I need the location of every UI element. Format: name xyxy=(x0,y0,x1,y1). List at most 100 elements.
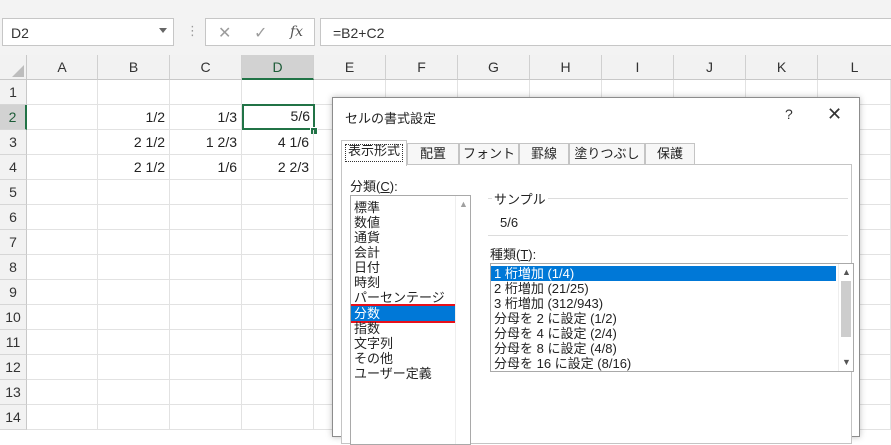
insert-function-icon[interactable]: fx xyxy=(290,24,303,40)
empty-cell[interactable] xyxy=(27,305,98,330)
type-item[interactable]: 分母を 2 に設定 (1/2) xyxy=(491,311,836,326)
close-icon[interactable]: ✕ xyxy=(827,104,842,125)
cell-d3[interactable]: 4 1/6 xyxy=(242,130,314,155)
type-list[interactable]: 1 桁増加 (1/4) 2 桁増加 (21/25) 3 桁増加 (312/943… xyxy=(490,263,854,372)
empty-cell[interactable] xyxy=(170,280,242,305)
category-general[interactable]: 標準 xyxy=(354,200,454,215)
empty-cell[interactable] xyxy=(242,80,314,105)
more-options-icon[interactable]: ⋮ xyxy=(186,23,199,39)
empty-cell[interactable] xyxy=(27,205,98,230)
empty-cell[interactable] xyxy=(27,255,98,280)
type-item-selected[interactable]: 1 桁増加 (1/4) xyxy=(491,266,836,281)
empty-cell[interactable] xyxy=(242,380,314,405)
empty-cell[interactable] xyxy=(98,80,170,105)
empty-cell[interactable] xyxy=(98,255,170,280)
empty-cell[interactable] xyxy=(242,305,314,330)
category-text[interactable]: 文字列 xyxy=(354,336,454,351)
empty-cell[interactable] xyxy=(98,205,170,230)
column-header-a[interactable]: A xyxy=(27,55,98,80)
empty-cell[interactable] xyxy=(27,280,98,305)
row-header-8[interactable]: 8 xyxy=(0,255,27,280)
tab-fill[interactable]: 塗りつぶし xyxy=(569,143,645,165)
empty-cell[interactable] xyxy=(98,305,170,330)
row-header-7[interactable]: 7 xyxy=(0,230,27,255)
empty-cell[interactable] xyxy=(98,280,170,305)
empty-cell[interactable] xyxy=(242,180,314,205)
row-header-9[interactable]: 9 xyxy=(0,280,27,305)
empty-cell[interactable] xyxy=(170,180,242,205)
empty-cell[interactable] xyxy=(170,330,242,355)
column-header-e[interactable]: E xyxy=(314,55,386,80)
empty-cell[interactable] xyxy=(170,380,242,405)
empty-cell[interactable] xyxy=(27,405,98,430)
row-header-14[interactable]: 14 xyxy=(0,405,27,430)
cell-c3[interactable]: 1 2/3 xyxy=(170,130,242,155)
scroll-up-icon[interactable]: ▲ xyxy=(459,199,468,209)
row-header-11[interactable]: 11 xyxy=(0,330,27,355)
tab-font[interactable]: フォント xyxy=(459,143,519,165)
empty-cell[interactable] xyxy=(27,180,98,205)
row-header-10[interactable]: 10 xyxy=(0,305,27,330)
tab-protection[interactable]: 保護 xyxy=(645,143,695,165)
type-scrollbar[interactable]: ▲ ▼ xyxy=(838,264,853,371)
empty-cell[interactable] xyxy=(170,305,242,330)
type-item[interactable]: 分母を 4 に設定 (2/4) xyxy=(491,326,836,341)
column-header-b[interactable]: B xyxy=(98,55,170,80)
tab-alignment[interactable]: 配置 xyxy=(407,143,459,165)
type-item[interactable]: 3 桁増加 (312/943) xyxy=(491,296,836,311)
formula-input[interactable]: =B2+C2 xyxy=(320,18,891,46)
empty-cell[interactable] xyxy=(242,355,314,380)
empty-cell[interactable] xyxy=(170,255,242,280)
empty-cell[interactable] xyxy=(170,205,242,230)
empty-cell[interactable] xyxy=(170,230,242,255)
empty-cell[interactable] xyxy=(170,355,242,380)
empty-cell[interactable] xyxy=(27,230,98,255)
tab-number-format[interactable]: 表示形式 xyxy=(341,140,407,166)
empty-cell[interactable] xyxy=(170,80,242,105)
row-header-4[interactable]: 4 xyxy=(0,155,27,180)
row-header-3[interactable]: 3 xyxy=(0,130,27,155)
column-header-f[interactable]: F xyxy=(386,55,458,80)
empty-cell[interactable] xyxy=(242,280,314,305)
empty-cell[interactable] xyxy=(98,230,170,255)
category-date[interactable]: 日付 xyxy=(354,260,454,275)
category-list[interactable]: 標準 数値 通貨 会計 日付 時刻 パーセンテージ 分数 指数 文字列 その他 … xyxy=(350,195,471,445)
category-scientific[interactable]: 指数 xyxy=(354,321,454,336)
empty-cell[interactable] xyxy=(27,80,98,105)
row-header-1[interactable]: 1 xyxy=(0,80,27,105)
column-header-c[interactable]: C xyxy=(170,55,242,80)
empty-cell[interactable] xyxy=(27,155,98,180)
cell-c4[interactable]: 1/6 xyxy=(170,155,242,180)
category-percentage[interactable]: パーセンテージ xyxy=(354,290,454,305)
cell-b4[interactable]: 2 1/2 xyxy=(98,155,170,180)
help-button[interactable]: ? xyxy=(785,106,793,122)
category-special[interactable]: その他 xyxy=(354,351,454,366)
column-header-h[interactable]: H xyxy=(530,55,602,80)
empty-cell[interactable] xyxy=(27,380,98,405)
column-header-j[interactable]: J xyxy=(674,55,746,80)
column-header-k[interactable]: K xyxy=(746,55,818,80)
cell-b3[interactable]: 2 1/2 xyxy=(98,130,170,155)
empty-cell[interactable] xyxy=(27,105,98,130)
cell-d4[interactable]: 2 2/3 xyxy=(242,155,314,180)
category-scrollbar[interactable]: ▲ xyxy=(455,196,470,444)
tab-border[interactable]: 罫線 xyxy=(519,143,569,165)
empty-cell[interactable] xyxy=(98,355,170,380)
row-header-13[interactable]: 13 xyxy=(0,380,27,405)
row-header-12[interactable]: 12 xyxy=(0,355,27,380)
category-fraction[interactable]: 分数 xyxy=(351,304,458,323)
empty-cell[interactable] xyxy=(27,355,98,380)
select-all-corner[interactable] xyxy=(0,55,27,80)
empty-cell[interactable] xyxy=(98,380,170,405)
column-header-i[interactable]: I xyxy=(602,55,674,80)
scroll-down-icon[interactable]: ▼ xyxy=(842,357,851,367)
row-header-6[interactable]: 6 xyxy=(0,205,27,230)
column-header-d[interactable]: D xyxy=(242,55,314,80)
cancel-icon[interactable]: ✕ xyxy=(218,23,231,43)
chevron-down-icon[interactable] xyxy=(159,28,167,33)
scroll-thumb[interactable] xyxy=(841,281,851,337)
cell-b2[interactable]: 1/2 xyxy=(98,105,170,130)
row-header-2[interactable]: 2 xyxy=(0,105,27,130)
empty-cell[interactable] xyxy=(242,230,314,255)
empty-cell[interactable] xyxy=(98,405,170,430)
